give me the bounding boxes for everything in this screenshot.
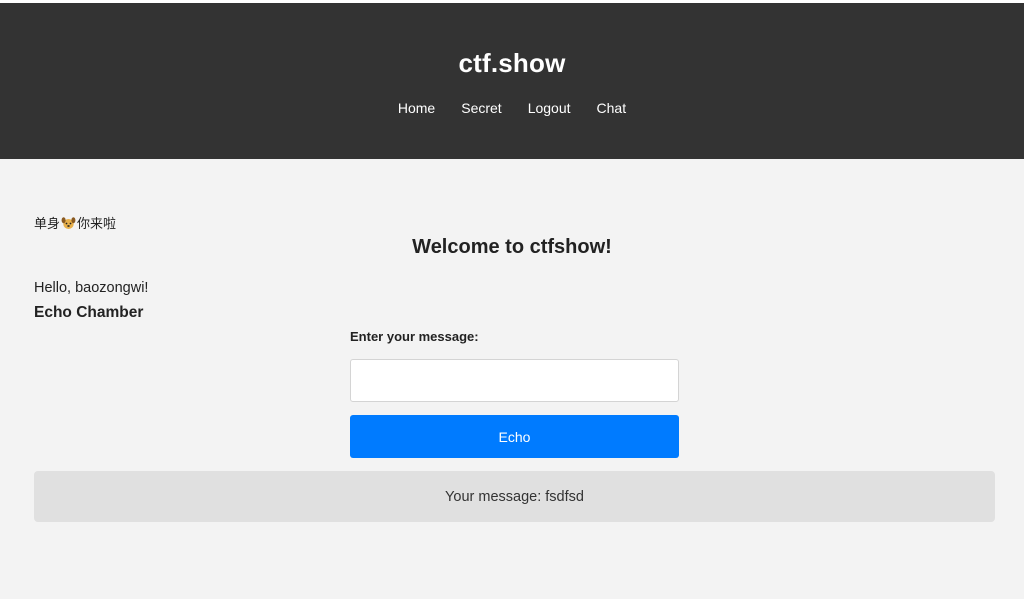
nav-chat-link[interactable]: Chat	[597, 100, 627, 116]
result-text: Your message: fsdfsd	[445, 488, 584, 505]
greeting-text: Hello, baozongwi!	[34, 280, 149, 296]
site-title: ctf.show	[458, 48, 566, 78]
dog-icon	[61, 216, 76, 230]
result-box: Your message: fsdfsd	[34, 471, 995, 522]
nav-home-link[interactable]: Home	[398, 100, 435, 116]
echo-button[interactable]: Echo	[350, 415, 679, 458]
message-label: Enter your message:	[350, 329, 479, 344]
section-title: Echo Chamber	[34, 304, 144, 321]
main-content: 单身 你来啦 Welcome to ctfshow! Hello, baozon…	[0, 159, 1024, 599]
site-header: ctf.show Home Secret Logout Chat	[0, 3, 1024, 159]
nav-logout-link[interactable]: Logout	[528, 100, 571, 116]
main-nav: Home Secret Logout Chat	[0, 100, 1024, 116]
banner-prefix: 单身	[34, 216, 61, 231]
banner-line: 单身 你来啦	[34, 213, 116, 232]
nav-secret-link[interactable]: Secret	[461, 100, 501, 116]
message-input[interactable]	[350, 359, 679, 402]
banner-suffix: 你来啦	[77, 216, 117, 231]
welcome-heading: Welcome to ctfshow!	[412, 236, 612, 258]
